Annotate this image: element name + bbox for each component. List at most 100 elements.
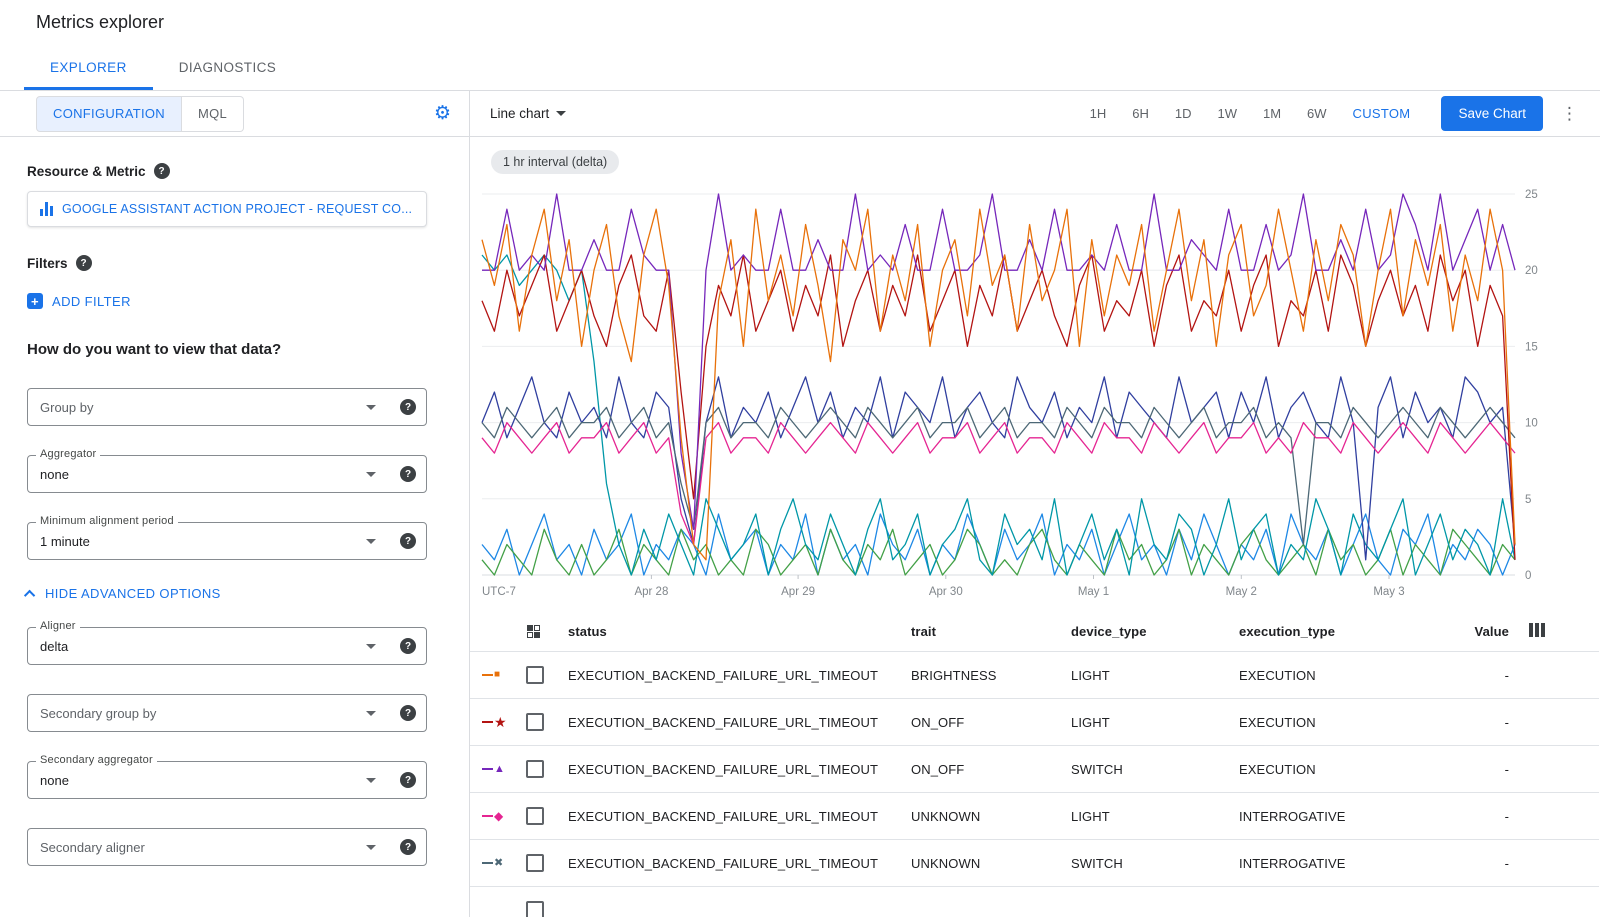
- field-help-icon[interactable]: ?: [400, 399, 416, 415]
- svg-text:May 1: May 1: [1078, 586, 1109, 598]
- field-value: Secondary aligner: [40, 840, 145, 855]
- metrics-explorer-app: Metrics explorer EXPLORER DIAGNOSTICS CO…: [0, 0, 1600, 917]
- row-checkbox[interactable]: [526, 807, 544, 825]
- tab-explorer[interactable]: EXPLORER: [24, 45, 153, 90]
- tab-diagnostics[interactable]: DIAGNOSTICS: [153, 45, 302, 90]
- add-filter-button[interactable]: + ADD FILTER: [27, 293, 131, 309]
- secondary-aligner-dropdown[interactable]: Secondary aligner?: [27, 828, 427, 866]
- chart-series: [482, 209, 1515, 560]
- cell-status: EXECUTION_BACKEND_FAILURE_URL_TIMEOUT: [568, 856, 911, 871]
- configuration-tab-button[interactable]: CONFIGURATION: [36, 96, 182, 132]
- selected-metric-chip[interactable]: GOOGLE ASSISTANT ACTION PROJECT - REQUES…: [27, 191, 427, 227]
- svg-text:Apr 30: Apr 30: [929, 586, 963, 598]
- cell-status: EXECUTION_BACKEND_FAILURE_URL_TIMEOUT: [568, 809, 911, 824]
- cell-device-type: SWITCH: [1071, 856, 1239, 871]
- column-settings-icon[interactable]: [1529, 623, 1577, 640]
- minimum-alignment-period-dropdown[interactable]: Minimum alignment period1 minute?: [27, 522, 427, 560]
- series-marker: ✖: [482, 858, 526, 869]
- cell-execution-type: EXECUTION: [1239, 762, 1469, 777]
- column-header-value[interactable]: Value: [1469, 624, 1529, 639]
- series-marker: ■: [482, 670, 526, 680]
- svg-text:5: 5: [1525, 494, 1531, 506]
- line-chart-svg: 0510152025UTC-7Apr 28Apr 29Apr 30May 1Ma…: [470, 186, 1595, 606]
- cell-value: -: [1469, 809, 1529, 824]
- chevron-down-icon: [366, 539, 376, 544]
- field-help-icon[interactable]: ?: [400, 772, 416, 788]
- custom-range-button[interactable]: CUSTOM: [1340, 97, 1424, 131]
- triangle-marker-icon: ▲: [494, 764, 505, 775]
- range-button-1d[interactable]: 1D: [1162, 97, 1205, 131]
- row-checkbox[interactable]: [526, 760, 544, 778]
- more-options-icon[interactable]: ⋮: [1553, 100, 1586, 128]
- cell-device-type: LIGHT: [1071, 809, 1239, 824]
- config-mql-toggle: CONFIGURATION MQL: [36, 96, 244, 132]
- hide-advanced-options-button[interactable]: HIDE ADVANCED OPTIONS: [27, 586, 221, 601]
- field-value: Secondary group by: [40, 706, 156, 721]
- chevron-down-icon: [366, 644, 376, 649]
- settings-gear-icon[interactable]: ⚙: [434, 104, 451, 123]
- cell-value: -: [1469, 856, 1529, 871]
- legend-toggle-icon[interactable]: [526, 624, 541, 639]
- field-help-icon[interactable]: ?: [400, 533, 416, 549]
- range-button-1m[interactable]: 1M: [1250, 97, 1294, 131]
- chevron-down-icon: [366, 472, 376, 477]
- field-help-icon[interactable]: ?: [400, 839, 416, 855]
- svg-text:25: 25: [1525, 189, 1538, 201]
- advanced-fields: Alignerdelta?Secondary group by?Secondar…: [27, 627, 469, 866]
- secondary-aggregator-dropdown[interactable]: Secondary aggregatornone?: [27, 761, 427, 799]
- resource-metric-section: Resource & Metric ?: [27, 163, 469, 179]
- timeseries-chart: 0510152025UTC-7Apr 28Apr 29Apr 30May 1Ma…: [470, 186, 1599, 606]
- row-checkbox[interactable]: [526, 713, 544, 731]
- filters-help-icon[interactable]: ?: [76, 255, 92, 271]
- column-header-status[interactable]: status: [568, 624, 911, 639]
- chevron-up-icon: [24, 589, 35, 600]
- range-button-1h[interactable]: 1H: [1077, 97, 1120, 131]
- column-header-trait[interactable]: trait: [911, 624, 1071, 639]
- save-chart-button[interactable]: Save Chart: [1441, 96, 1543, 131]
- series-marker: ▲: [482, 764, 526, 775]
- field-help-icon[interactable]: ?: [400, 638, 416, 654]
- svg-text:0: 0: [1525, 570, 1531, 582]
- table-row[interactable]: ▲EXECUTION_BACKEND_FAILURE_URL_TIMEOUTON…: [470, 746, 1599, 793]
- cell-execution-type: EXECUTION: [1239, 668, 1469, 683]
- table-row[interactable]: ★EXECUTION_BACKEND_FAILURE_URL_TIMEOUTON…: [470, 699, 1599, 746]
- column-header-execution-type[interactable]: execution_type: [1239, 624, 1469, 639]
- table-row[interactable]: ◆ EXECUTION_BACKEND_FAILURE_URL_TIMEOUTUN…: [470, 793, 1599, 840]
- row-checkbox[interactable]: [526, 901, 544, 917]
- configuration-panel: CONFIGURATION MQL ⚙ Resource & Metric ?: [0, 91, 470, 917]
- chart-type-dropdown[interactable]: Line chart: [490, 106, 566, 121]
- svg-text:May 2: May 2: [1226, 586, 1257, 598]
- cell-device-type: SWITCH: [1071, 762, 1239, 777]
- group-by-dropdown[interactable]: Group by?: [27, 388, 427, 426]
- cell-value: -: [1469, 762, 1529, 777]
- series-marker: ◆: [482, 810, 526, 822]
- row-checkbox[interactable]: [526, 854, 544, 872]
- cell-execution-type: EXECUTION: [1239, 715, 1469, 730]
- table-row[interactable]: ■EXECUTION_BACKEND_FAILURE_URL_TIMEOUTBR…: [470, 652, 1599, 699]
- row-checkbox[interactable]: [526, 666, 544, 684]
- filters-label: Filters: [27, 256, 68, 271]
- cell-trait: UNKNOWN: [911, 809, 1071, 824]
- chart-series: [482, 194, 1515, 529]
- table-row[interactable]: ✖EXECUTION_BACKEND_FAILURE_URL_TIMEOUTUN…: [470, 840, 1599, 887]
- range-button-6h[interactable]: 6H: [1119, 97, 1162, 131]
- resource-metric-help-icon[interactable]: ?: [154, 163, 170, 179]
- range-button-6w[interactable]: 6W: [1294, 97, 1340, 131]
- aggregator-dropdown[interactable]: Aggregatornone?: [27, 455, 427, 493]
- column-header-device-type[interactable]: device_type: [1071, 624, 1239, 639]
- cell-device-type: LIGHT: [1071, 715, 1239, 730]
- aligner-dropdown[interactable]: Alignerdelta?: [27, 627, 427, 665]
- field-help-icon[interactable]: ?: [400, 705, 416, 721]
- secondary-group-by-dropdown[interactable]: Secondary group by?: [27, 694, 427, 732]
- page-title: Metrics explorer: [36, 12, 164, 33]
- field-value: Group by: [40, 400, 93, 415]
- diamond-marker-icon: ◆: [494, 810, 503, 822]
- range-button-1w[interactable]: 1W: [1204, 97, 1250, 131]
- field-label: Secondary aggregator: [36, 754, 157, 766]
- mql-tab-button[interactable]: MQL: [182, 96, 244, 132]
- table-row[interactable]: [470, 887, 1599, 917]
- field-help-icon[interactable]: ?: [400, 466, 416, 482]
- svg-text:20: 20: [1525, 265, 1538, 277]
- view-data-question: How do you want to view that data?: [27, 341, 469, 358]
- series-dash: [482, 768, 493, 770]
